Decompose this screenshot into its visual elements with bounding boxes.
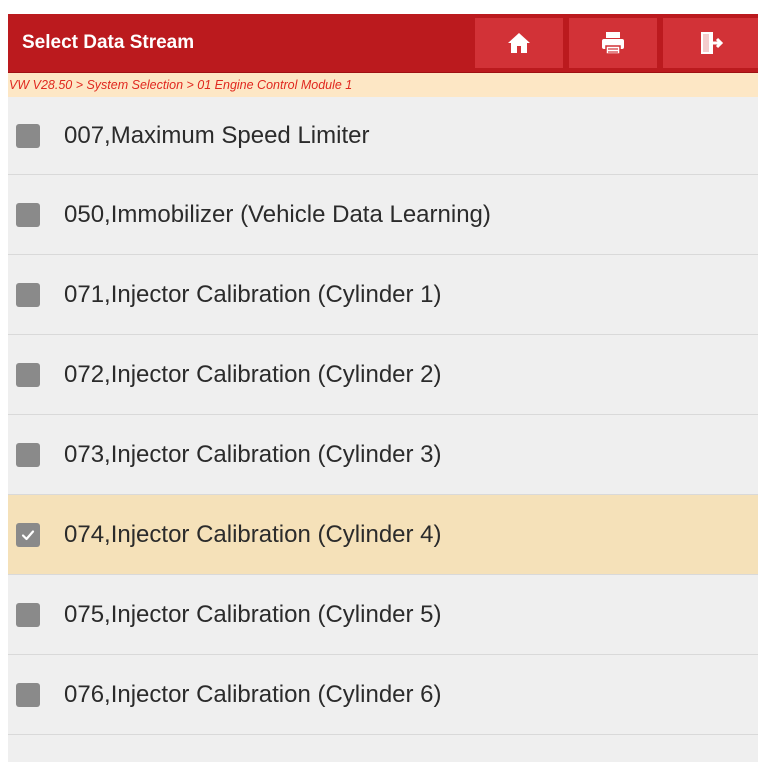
breadcrumb: VW V28.50 > System Selection > 01 Engine… (8, 73, 758, 97)
list-item[interactable]: 050,Immobilizer (Vehicle Data Learning) (8, 175, 758, 255)
checkbox[interactable] (16, 362, 40, 387)
checkbox[interactable] (16, 602, 40, 627)
checkbox[interactable] (16, 123, 40, 148)
list-item-label: 074,Injector Calibration (Cylinder 4) (64, 520, 442, 548)
list-item-label: 007,Maximum Speed Limiter (64, 121, 370, 149)
list-item-label: 076,Injector Calibration (Cylinder 6) (64, 680, 442, 708)
home-button[interactable] (475, 18, 563, 68)
list-item-label: 072,Injector Calibration (Cylinder 2) (64, 360, 442, 388)
list-item[interactable]: 007,Maximum Speed Limiter (8, 97, 758, 175)
print-button[interactable] (569, 18, 657, 68)
list-item-label: 071,Injector Calibration (Cylinder 1) (64, 280, 442, 308)
list-item[interactable]: 073,Injector Calibration (Cylinder 3) (8, 415, 758, 495)
list-item-label: 073,Injector Calibration (Cylinder 3) (64, 440, 442, 468)
page-title: Select Data Stream (22, 32, 195, 53)
list-item-selected[interactable]: 074,Injector Calibration (Cylinder 4) (8, 495, 758, 575)
print-icon (602, 32, 624, 55)
checkbox[interactable] (16, 682, 40, 707)
checkbox[interactable] (16, 442, 40, 467)
list-item[interactable]: 071,Injector Calibration (Cylinder 1) (8, 255, 758, 335)
data-stream-list: 007,Maximum Speed Limiter 050,Immobilize… (8, 97, 758, 735)
checkbox-checked[interactable] (16, 522, 40, 547)
checkmark-icon (21, 529, 35, 540)
list-item-label: 050,Immobilizer (Vehicle Data Learning) (64, 200, 491, 228)
title-bar: Select Data Stream (8, 14, 758, 73)
checkbox[interactable] (16, 202, 40, 227)
list-item[interactable]: 072,Injector Calibration (Cylinder 2) (8, 335, 758, 415)
list-item[interactable]: 076,Injector Calibration (Cylinder 6) (8, 655, 758, 735)
exit-icon (700, 32, 723, 54)
exit-button[interactable] (663, 18, 758, 68)
list-item[interactable]: 075,Injector Calibration (Cylinder 5) (8, 575, 758, 655)
list-item-label: 075,Injector Calibration (Cylinder 5) (64, 600, 442, 628)
app-screen: Select Data Stream VW V28.50 > System Se… (8, 14, 758, 762)
checkbox[interactable] (16, 282, 40, 307)
home-icon (508, 33, 530, 53)
